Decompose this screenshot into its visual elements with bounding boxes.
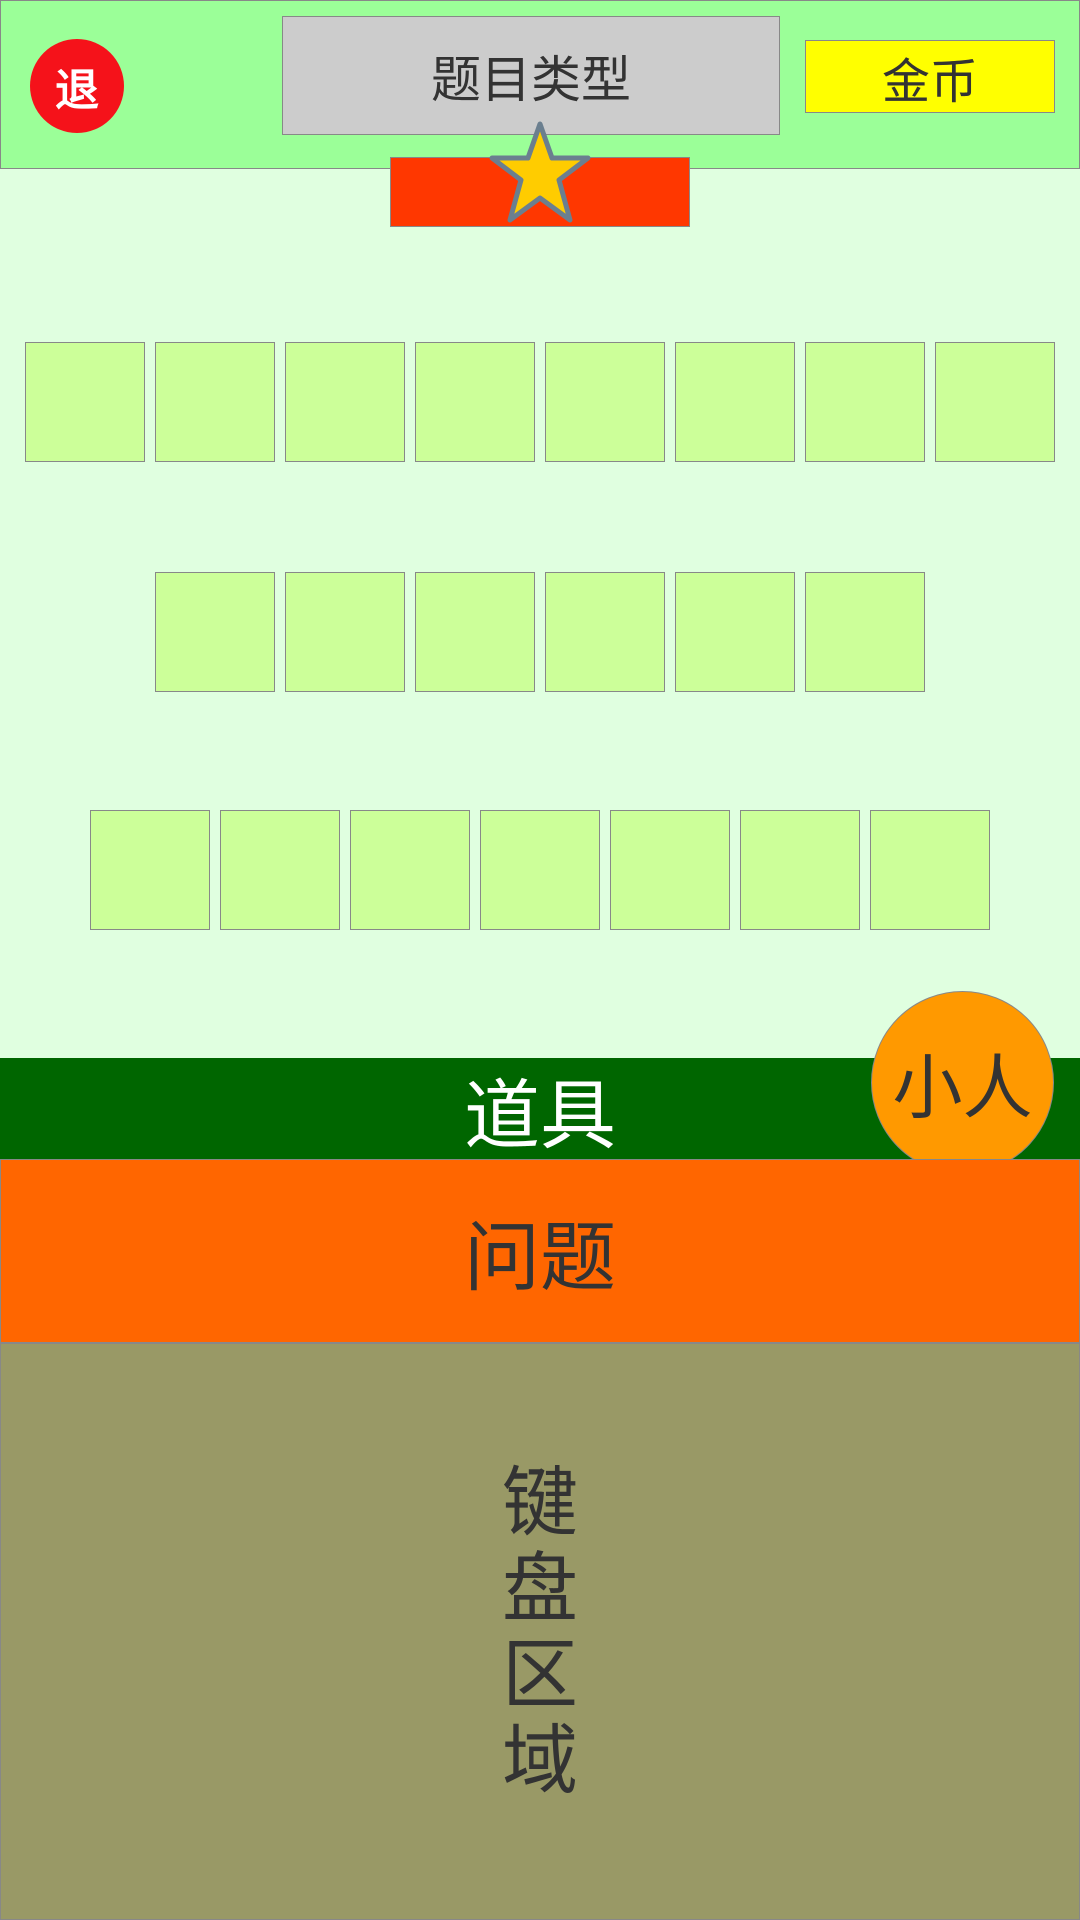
star-icon xyxy=(489,121,591,223)
answer-slot[interactable] xyxy=(90,810,210,930)
answer-slot[interactable] xyxy=(545,342,665,462)
answer-slot[interactable] xyxy=(155,342,275,462)
keyboard-area-label: 键盘区域 xyxy=(502,1457,578,1805)
answer-slot[interactable] xyxy=(740,810,860,930)
coins-display[interactable]: 金币 xyxy=(805,40,1055,113)
answer-slot[interactable] xyxy=(805,572,925,692)
answer-slot[interactable] xyxy=(220,810,340,930)
answer-slot[interactable] xyxy=(480,810,600,930)
answer-slot[interactable] xyxy=(285,572,405,692)
answer-slot[interactable] xyxy=(675,342,795,462)
answer-slot[interactable] xyxy=(350,810,470,930)
answer-slot[interactable] xyxy=(610,810,730,930)
question-type-title: 题目类型 xyxy=(282,16,780,135)
character[interactable]: 小人 xyxy=(871,991,1054,1174)
question-panel: 问题 xyxy=(0,1159,1080,1343)
keyboard-area[interactable]: 键盘区域 xyxy=(0,1343,1080,1920)
answer-slot[interactable] xyxy=(675,572,795,692)
answer-slot[interactable] xyxy=(805,342,925,462)
answer-slot[interactable] xyxy=(415,342,535,462)
answer-slot[interactable] xyxy=(415,572,535,692)
answer-slot[interactable] xyxy=(155,572,275,692)
answer-slot[interactable] xyxy=(545,572,665,692)
answer-slot[interactable] xyxy=(870,810,990,930)
answer-slot[interactable] xyxy=(935,342,1055,462)
answer-slot[interactable] xyxy=(25,342,145,462)
exit-button[interactable]: 退 xyxy=(30,39,124,133)
answer-slot[interactable] xyxy=(285,342,405,462)
